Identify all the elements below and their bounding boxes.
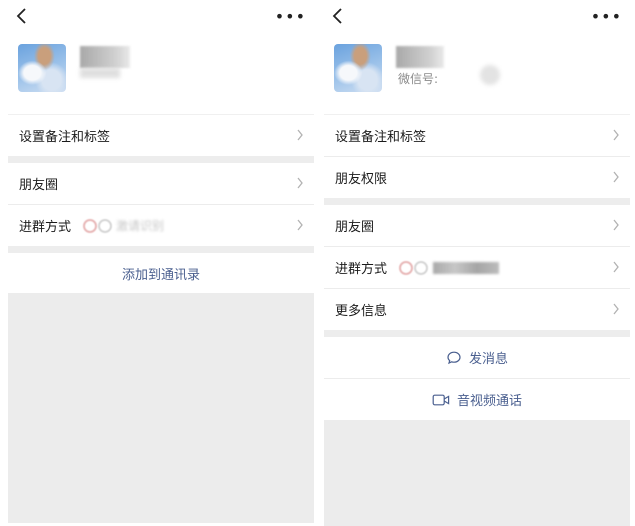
blank-area <box>8 293 314 523</box>
chevron-right-icon <box>613 129 619 141</box>
section-separator <box>8 246 314 253</box>
blurred-subtitle <box>80 68 120 78</box>
row-label: 朋友权限 <box>335 172 388 187</box>
chevron-right-icon <box>297 177 303 189</box>
row-label: 朋友圈 <box>335 220 375 235</box>
chevron-right-icon <box>613 303 619 315</box>
chevron-right-icon <box>297 219 303 231</box>
join-group-method-row[interactable]: 进群方式 <box>324 246 630 288</box>
video-camera-icon <box>432 394 450 405</box>
moments-row[interactable]: 朋友圈 <box>324 205 630 246</box>
blurred-name <box>396 46 444 68</box>
section-separator <box>8 156 314 163</box>
row-label: 朋友圈 <box>19 178 59 193</box>
section-separator <box>324 330 630 337</box>
add-to-contacts-button[interactable]: 添加到通讯录 <box>8 253 314 293</box>
blurred-group-text: 激请识别 <box>116 219 165 233</box>
blurred-group-bar <box>433 261 500 274</box>
row-label: 进群方式 <box>335 262 388 277</box>
blurred-group-info: 激请识别 <box>83 217 164 234</box>
add-to-contacts-label: 添加到通讯录 <box>121 267 200 283</box>
profile-header <box>8 34 314 114</box>
blank-area <box>324 420 630 526</box>
join-group-method-row[interactable]: 进群方式 激请识别 <box>8 204 314 246</box>
more-info-row[interactable]: 更多信息 <box>324 288 630 330</box>
contact-profile-panel-right: ••• 微信号: 设置备注和标签 朋友权限 朋友圈 进群方式 更多信息 发消息 … <box>324 0 630 526</box>
send-message-label: 发消息 <box>468 352 508 367</box>
chat-bubble-icon <box>447 351 461 364</box>
wechat-id-label: 微信号: <box>398 72 439 86</box>
profile-header: 微信号: <box>324 34 630 114</box>
row-label: 更多信息 <box>335 304 388 319</box>
blurred-circle <box>83 218 98 233</box>
more-icon[interactable]: ••• <box>275 9 306 25</box>
avatar[interactable] <box>18 44 66 92</box>
chevron-right-icon <box>613 171 619 183</box>
avatar[interactable] <box>334 44 382 92</box>
blurred-circle <box>98 218 113 233</box>
row-label: 设置备注和标签 <box>335 130 427 145</box>
back-icon[interactable] <box>330 6 346 26</box>
blurred-group-info <box>399 260 500 275</box>
moments-row[interactable]: 朋友圈 <box>8 163 314 204</box>
top-bar: ••• <box>324 0 630 34</box>
blurred-circle <box>414 260 429 275</box>
more-icon[interactable]: ••• <box>591 9 622 25</box>
chevron-right-icon <box>297 129 303 141</box>
audio-video-call-button[interactable]: 音视频通话 <box>324 378 630 420</box>
row-label: 进群方式 <box>19 220 72 235</box>
blurred-wechat-id <box>480 65 500 85</box>
section-separator <box>324 198 630 205</box>
top-bar: ••• <box>8 0 314 34</box>
audio-video-call-label: 音视频通话 <box>456 394 522 409</box>
friend-permissions-row[interactable]: 朋友权限 <box>324 156 630 198</box>
contact-profile-panel-left: ••• 设置备注和标签 朋友圈 进群方式 激请识别 添加到通讯录 <box>8 0 314 526</box>
chevron-right-icon <box>613 219 619 231</box>
settings-remark-tags-row[interactable]: 设置备注和标签 <box>324 114 630 156</box>
send-message-button[interactable]: 发消息 <box>324 337 630 378</box>
chevron-right-icon <box>613 261 619 273</box>
back-icon[interactable] <box>14 6 30 26</box>
row-label: 设置备注和标签 <box>19 130 111 145</box>
blurred-circle <box>399 260 414 275</box>
settings-remark-tags-row[interactable]: 设置备注和标签 <box>8 114 314 156</box>
blurred-name <box>80 46 130 68</box>
